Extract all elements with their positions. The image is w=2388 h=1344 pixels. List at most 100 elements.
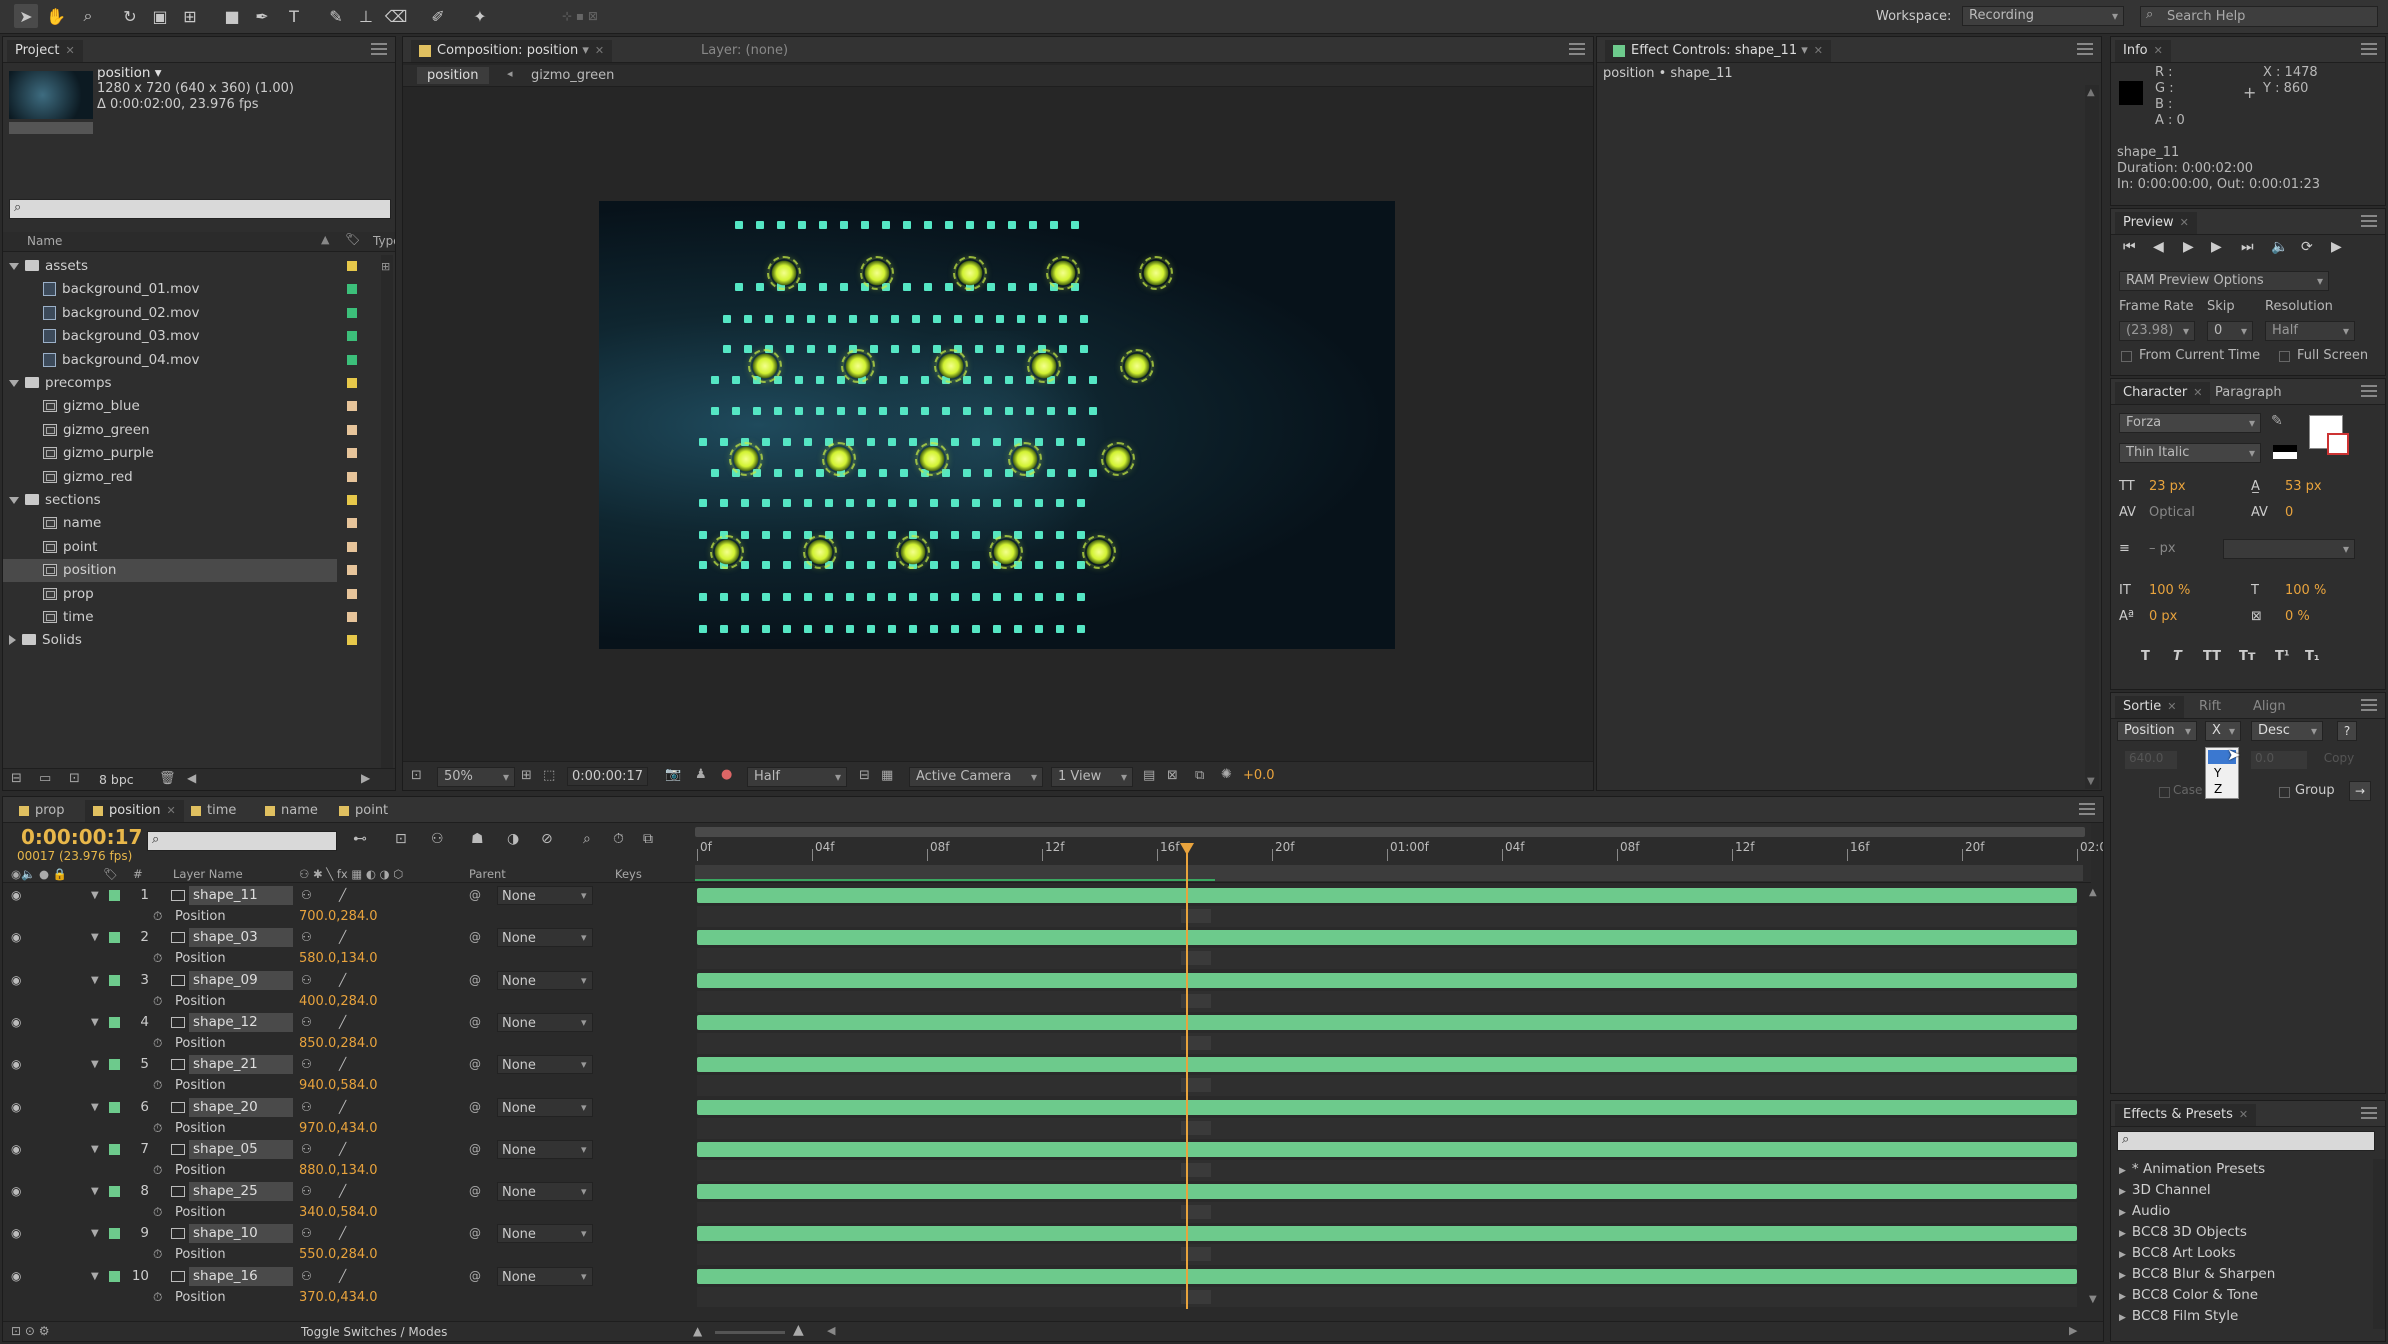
panel-menu-icon[interactable] (2361, 43, 2377, 55)
full-screen-checkbox[interactable] (2279, 351, 2290, 362)
collapse-switch-icon[interactable]: ⚇ (301, 1181, 312, 1202)
project-item-comp[interactable]: name (3, 512, 337, 535)
label-color-swatch[interactable] (347, 354, 357, 365)
pickwhip-icon[interactable]: @ (469, 1054, 481, 1075)
sortie-field-1[interactable]: 640.0 (2125, 751, 2177, 769)
kerning-value[interactable]: Optical (2149, 505, 2195, 520)
effects-category-item[interactable]: ▶ BCC8 Art Looks (2119, 1243, 2236, 1264)
expand-right-icon[interactable]: ▶ (2119, 1208, 2126, 1218)
project-item-file[interactable]: background_04.mov (3, 349, 337, 372)
layer-row[interactable]: ◉ ▼ 10 shape_16 ⚇ ╱ @ None ▾ (3, 1266, 691, 1287)
layer-row[interactable]: ◉ ▼ 1 shape_11 ⚇ ╱ @ None ▾ (3, 885, 691, 906)
timeline-tab-name[interactable]: name (257, 800, 326, 822)
label-color-swatch[interactable] (347, 588, 357, 599)
layer-label-color[interactable] (109, 1186, 120, 1198)
breadcrumb-gizmo-green[interactable]: gizmo_green (531, 68, 614, 83)
eye-icon[interactable]: ◉ (11, 927, 21, 948)
breadcrumb-position[interactable]: position (417, 67, 489, 84)
panel-menu-icon[interactable] (2079, 803, 2095, 815)
property-row[interactable]: ⏱ Position 400.0,284.0 (3, 991, 691, 1012)
stopwatch-icon[interactable]: ⏱ (153, 1118, 162, 1139)
label-color-swatch[interactable] (347, 378, 357, 388)
layer-name[interactable]: shape_12 (189, 1012, 293, 1032)
project-item-folder[interactable]: assets (3, 255, 337, 278)
layer-duration-bar[interactable] (697, 930, 2077, 946)
property-row[interactable]: ⏱ Position 880.0,134.0 (3, 1160, 691, 1181)
search-help-input[interactable]: ⌕ Search Help (2140, 6, 2378, 27)
tab-rift[interactable]: Rift (2191, 696, 2229, 718)
timeline-tab-time[interactable]: time (183, 800, 244, 822)
effects-category-item[interactable]: ▶ BCC8 Film Style (2119, 1306, 2238, 1327)
sortie-property-select[interactable]: Position (2117, 721, 2197, 741)
twirl-down-icon[interactable]: ▼ (91, 1139, 99, 1160)
project-item-folder[interactable]: precomps (3, 372, 337, 395)
layer-label-color[interactable] (109, 1016, 120, 1028)
pickwhip-icon[interactable]: @ (469, 1266, 481, 1287)
puppet-tool-icon[interactable]: ✦ (468, 4, 492, 28)
stopwatch-icon[interactable]: ⏱ (153, 1033, 162, 1054)
quality-switch-icon[interactable]: ╱ (339, 927, 346, 948)
layer-label-color[interactable] (109, 1143, 120, 1155)
project-search-input[interactable]: ⌕ (9, 199, 391, 219)
quality-switch-icon[interactable]: ╱ (339, 1054, 346, 1075)
twirl-down-icon[interactable]: ▼ (91, 1223, 99, 1244)
property-row[interactable]: ⏱ Position 550.0,284.0 (3, 1244, 691, 1265)
collapse-switch-icon[interactable]: ⚇ (301, 1012, 312, 1033)
collapse-switch-icon[interactable]: ⚇ (301, 1054, 312, 1075)
effects-category-item[interactable]: ▶ 3D Channel (2119, 1180, 2211, 1201)
parent-select[interactable]: None (497, 1139, 593, 1159)
tab-preview[interactable]: Preview ✕ (2115, 212, 2197, 234)
playhead[interactable] (1179, 843, 1194, 1309)
eye-icon[interactable]: ◉ (11, 1223, 21, 1244)
trash-icon[interactable]: 🗑 (159, 771, 176, 786)
gizmo-shape[interactable] (896, 535, 930, 569)
layer-name[interactable]: shape_21 (189, 1055, 293, 1075)
frame-rate-select[interactable]: (23.98) (2119, 321, 2195, 341)
pickwhip-icon[interactable]: @ (469, 1012, 481, 1033)
label-color-swatch[interactable] (347, 541, 357, 552)
font-size-value[interactable]: 23 px (2149, 479, 2186, 494)
property-value[interactable]: 340.0,584.0 (299, 1202, 378, 1223)
label-color-swatch[interactable] (347, 612, 357, 622)
hscroll-right-icon[interactable]: ▶ (2069, 1324, 2077, 1337)
expand-right-icon[interactable] (9, 635, 16, 646)
rectangle-tool-icon[interactable]: ■ (220, 4, 244, 28)
layer-duration-bar[interactable] (697, 1014, 2077, 1030)
zoom-slider[interactable] (715, 1331, 785, 1334)
layer-row[interactable]: ◉ ▼ 4 shape_12 ⚇ ╱ @ None ▾ (3, 1012, 691, 1033)
project-item-name[interactable]: position ▾ (97, 65, 162, 81)
expand-right-icon[interactable]: ▶ (2119, 1271, 2126, 1281)
layer-name[interactable]: shape_05 (189, 1139, 293, 1159)
all-caps-icon[interactable]: TT (2203, 649, 2221, 664)
comp-viewer[interactable] (599, 201, 1395, 649)
pickwhip-icon[interactable]: @ (469, 1181, 481, 1202)
eye-icon[interactable]: ◉ (11, 1054, 21, 1075)
layer-duration-bar[interactable] (697, 1268, 2077, 1284)
gizmo-shape[interactable] (1082, 535, 1116, 569)
stopwatch-icon[interactable]: ⏱ (153, 1244, 162, 1265)
property-row[interactable]: ⏱ Position 340.0,584.0 (3, 1202, 691, 1223)
label-color-swatch[interactable] (347, 448, 357, 459)
project-item-folder[interactable]: Solids (3, 629, 337, 652)
axis-option-y[interactable]: Y (2214, 766, 2221, 780)
time-ruler[interactable]: 0f 04f 08f 12f 16f 20f 01:00f 04f 08f 12f 16f 20f 02… (691, 823, 2103, 883)
stopwatch-icon[interactable]: ⏱ (153, 1287, 162, 1307)
gizmo-shape[interactable] (748, 349, 782, 383)
sortie-help-button[interactable]: ? (2337, 721, 2357, 741)
project-item-file[interactable]: background_02.mov (3, 302, 337, 325)
gizmo-shape[interactable] (710, 535, 744, 569)
gizmo-shape[interactable] (934, 349, 968, 383)
effects-category-item[interactable]: ▶ BCC8 Blur & Sharpen (2119, 1264, 2275, 1285)
expand-right-icon[interactable]: ▶ (2119, 1187, 2126, 1197)
property-value[interactable]: 400.0,284.0 (299, 991, 378, 1012)
property-row[interactable]: ⏱ Position 970.0,434.0 (3, 1118, 691, 1139)
sortie-axis-select[interactable]: X (2205, 721, 2241, 741)
auto-keyframe-icon[interactable]: ⏱ (613, 831, 624, 847)
col-layer-name[interactable]: Layer Name (173, 867, 243, 881)
tab-effects-presets[interactable]: Effects & Presets ✕ (2115, 1104, 2257, 1126)
chart-icon[interactable]: ⧉ (643, 831, 653, 847)
tab-paragraph[interactable]: Paragraph (2207, 382, 2290, 404)
sortie-order-select[interactable]: Desc (2251, 721, 2323, 741)
property-value[interactable]: 370.0,434.0 (299, 1287, 378, 1307)
project-item-comp[interactable]: position (3, 559, 337, 583)
